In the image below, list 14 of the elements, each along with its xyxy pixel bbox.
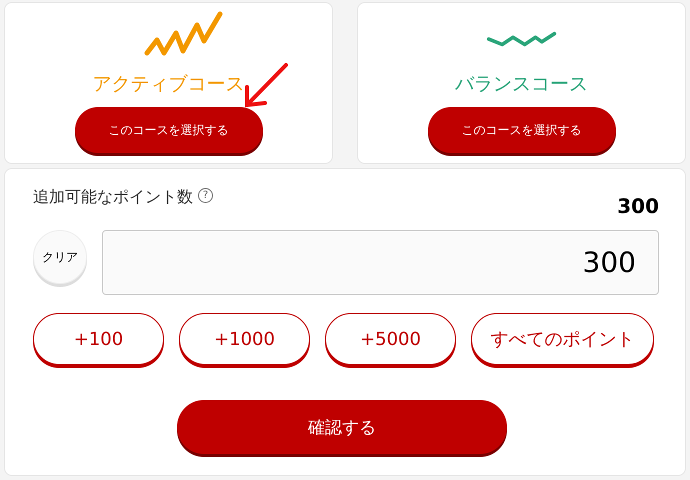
select-course-button[interactable]: このコースを選択する: [74, 107, 262, 153]
help-icon[interactable]: ?: [198, 188, 213, 203]
course-name: バランスコース: [455, 72, 588, 97]
available-points: 300: [617, 194, 659, 218]
add-points-button[interactable]: +1000: [179, 313, 310, 365]
confirm-button[interactable]: 確認する: [177, 400, 507, 454]
add-points-button[interactable]: +5000: [325, 313, 456, 365]
add-points-button[interactable]: すべてのポイント: [471, 313, 654, 365]
course-name: アクティブコース: [92, 72, 244, 97]
points-label: 追加可能なポイント数: [33, 187, 193, 208]
add-points-button[interactable]: +100: [33, 313, 164, 365]
clear-button[interactable]: クリア: [33, 230, 87, 284]
select-course-button[interactable]: このコースを選択する: [428, 107, 616, 153]
points-input[interactable]: 300: [102, 230, 659, 295]
